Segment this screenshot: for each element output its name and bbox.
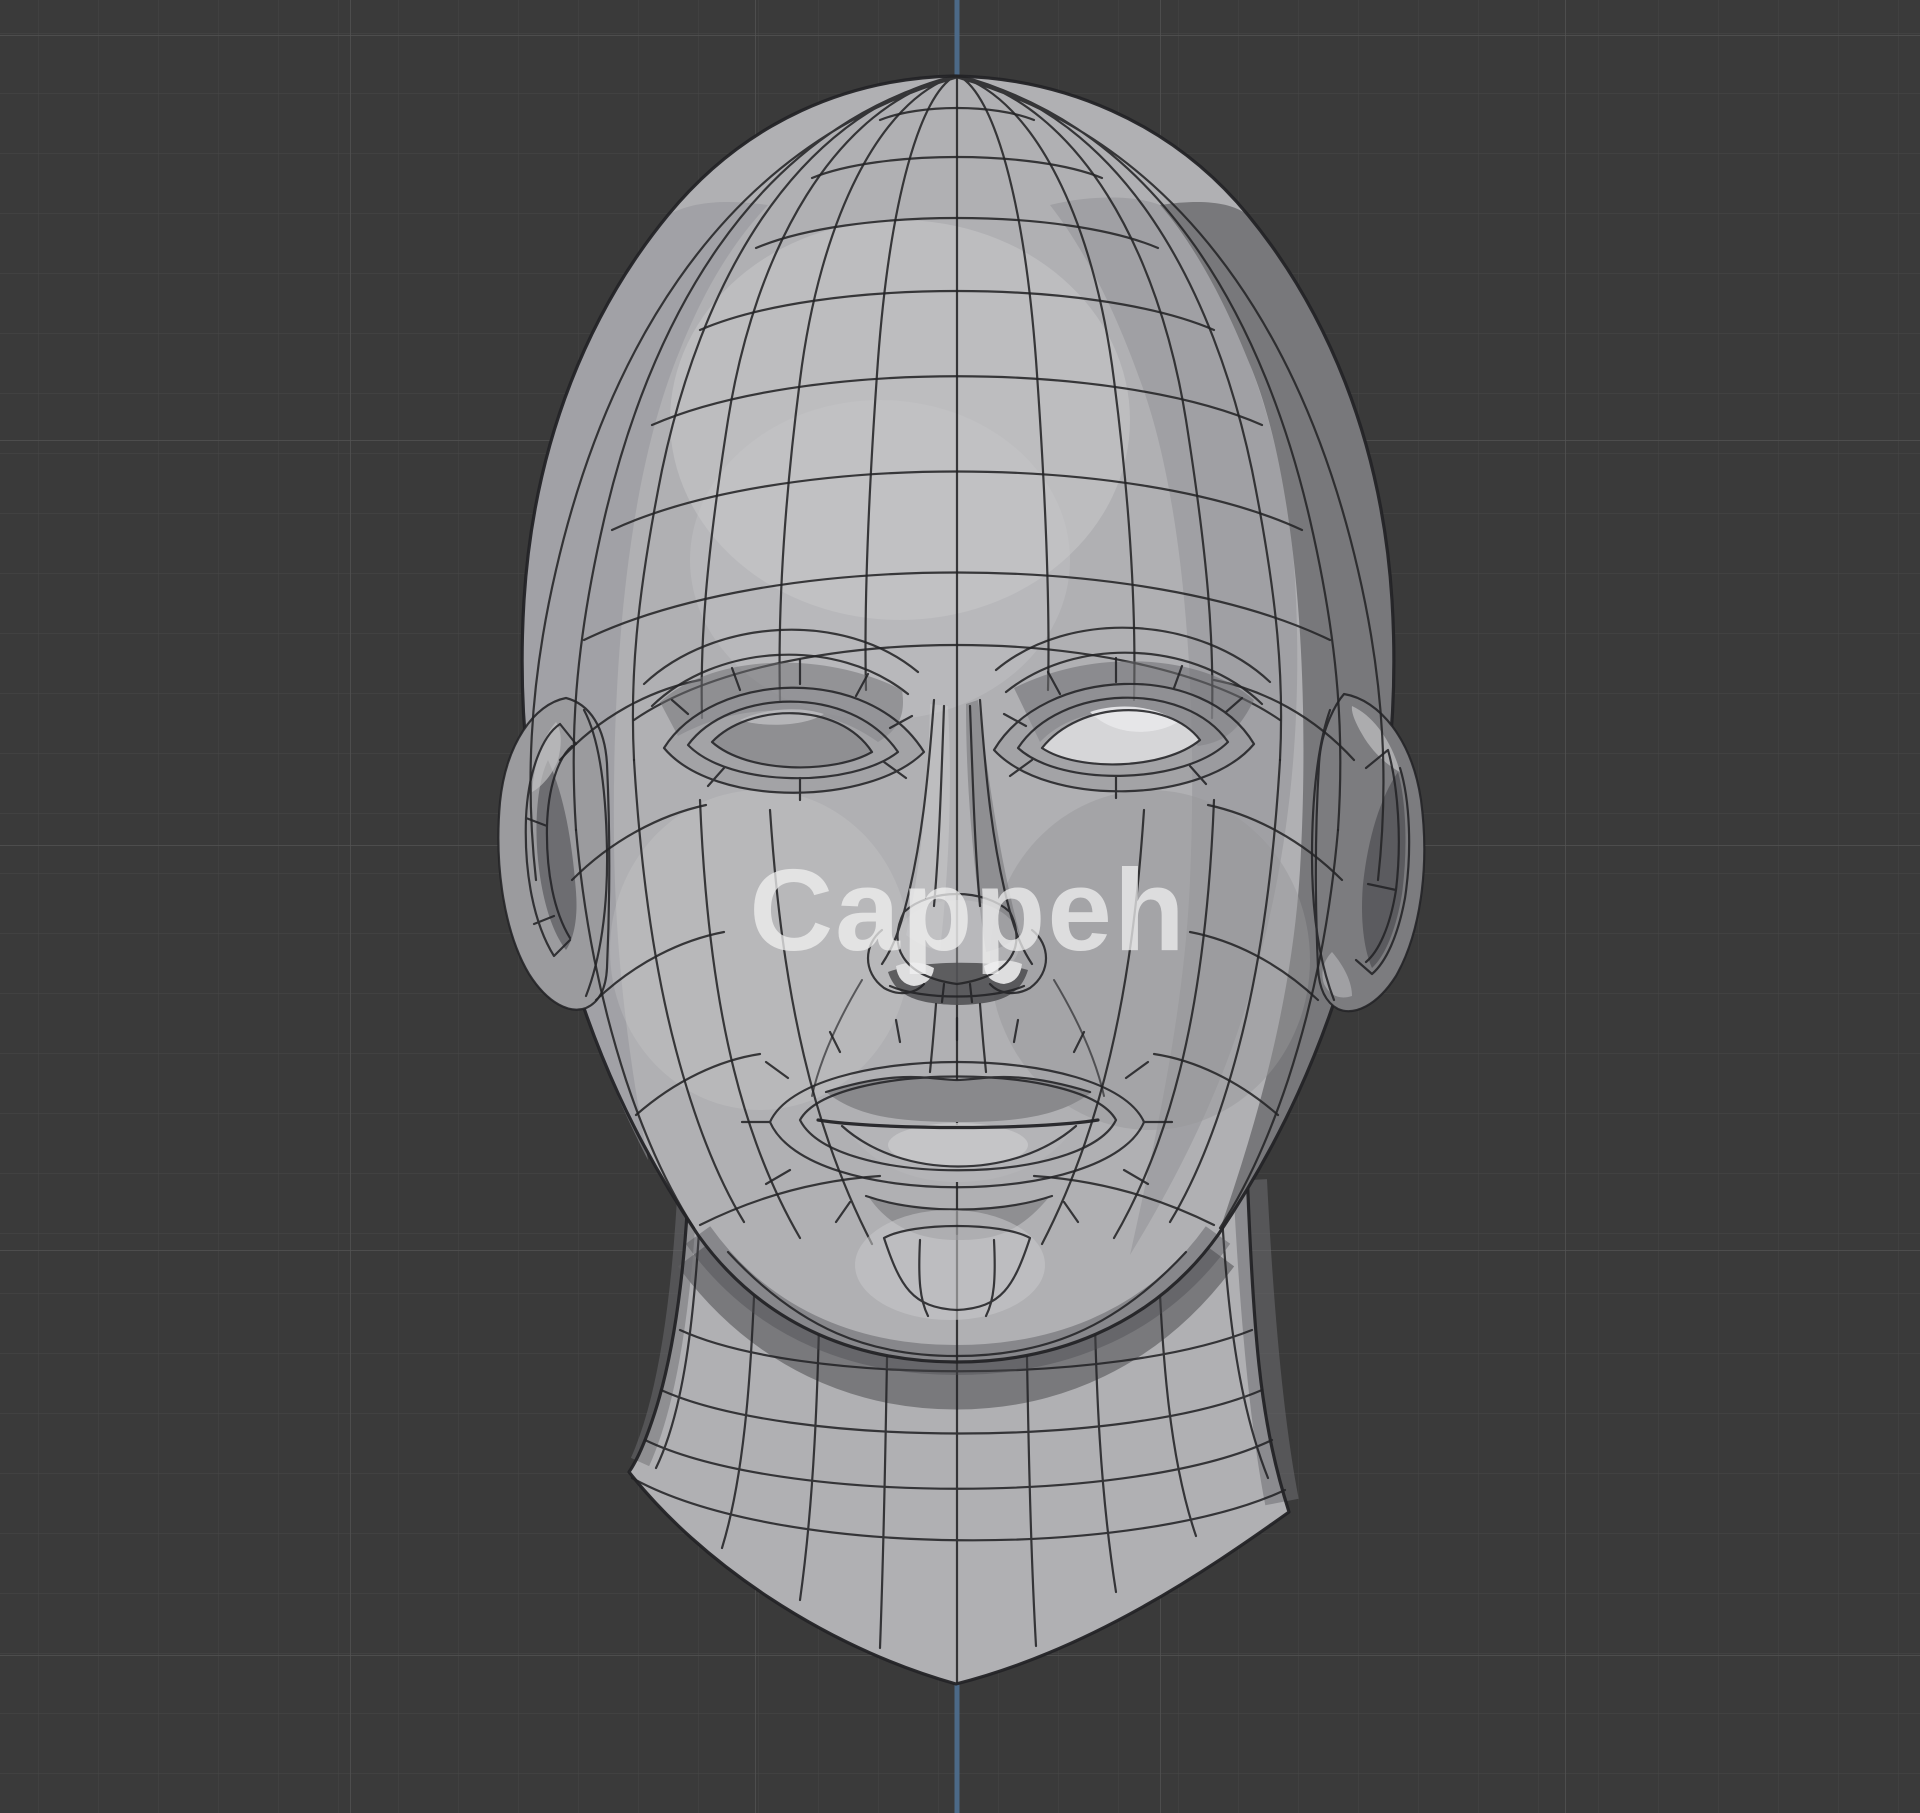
chin [855,1210,1045,1320]
viewport-canvas[interactable]: Cappeh [0,0,1920,1813]
watermark-text: Cappeh [749,845,1186,975]
